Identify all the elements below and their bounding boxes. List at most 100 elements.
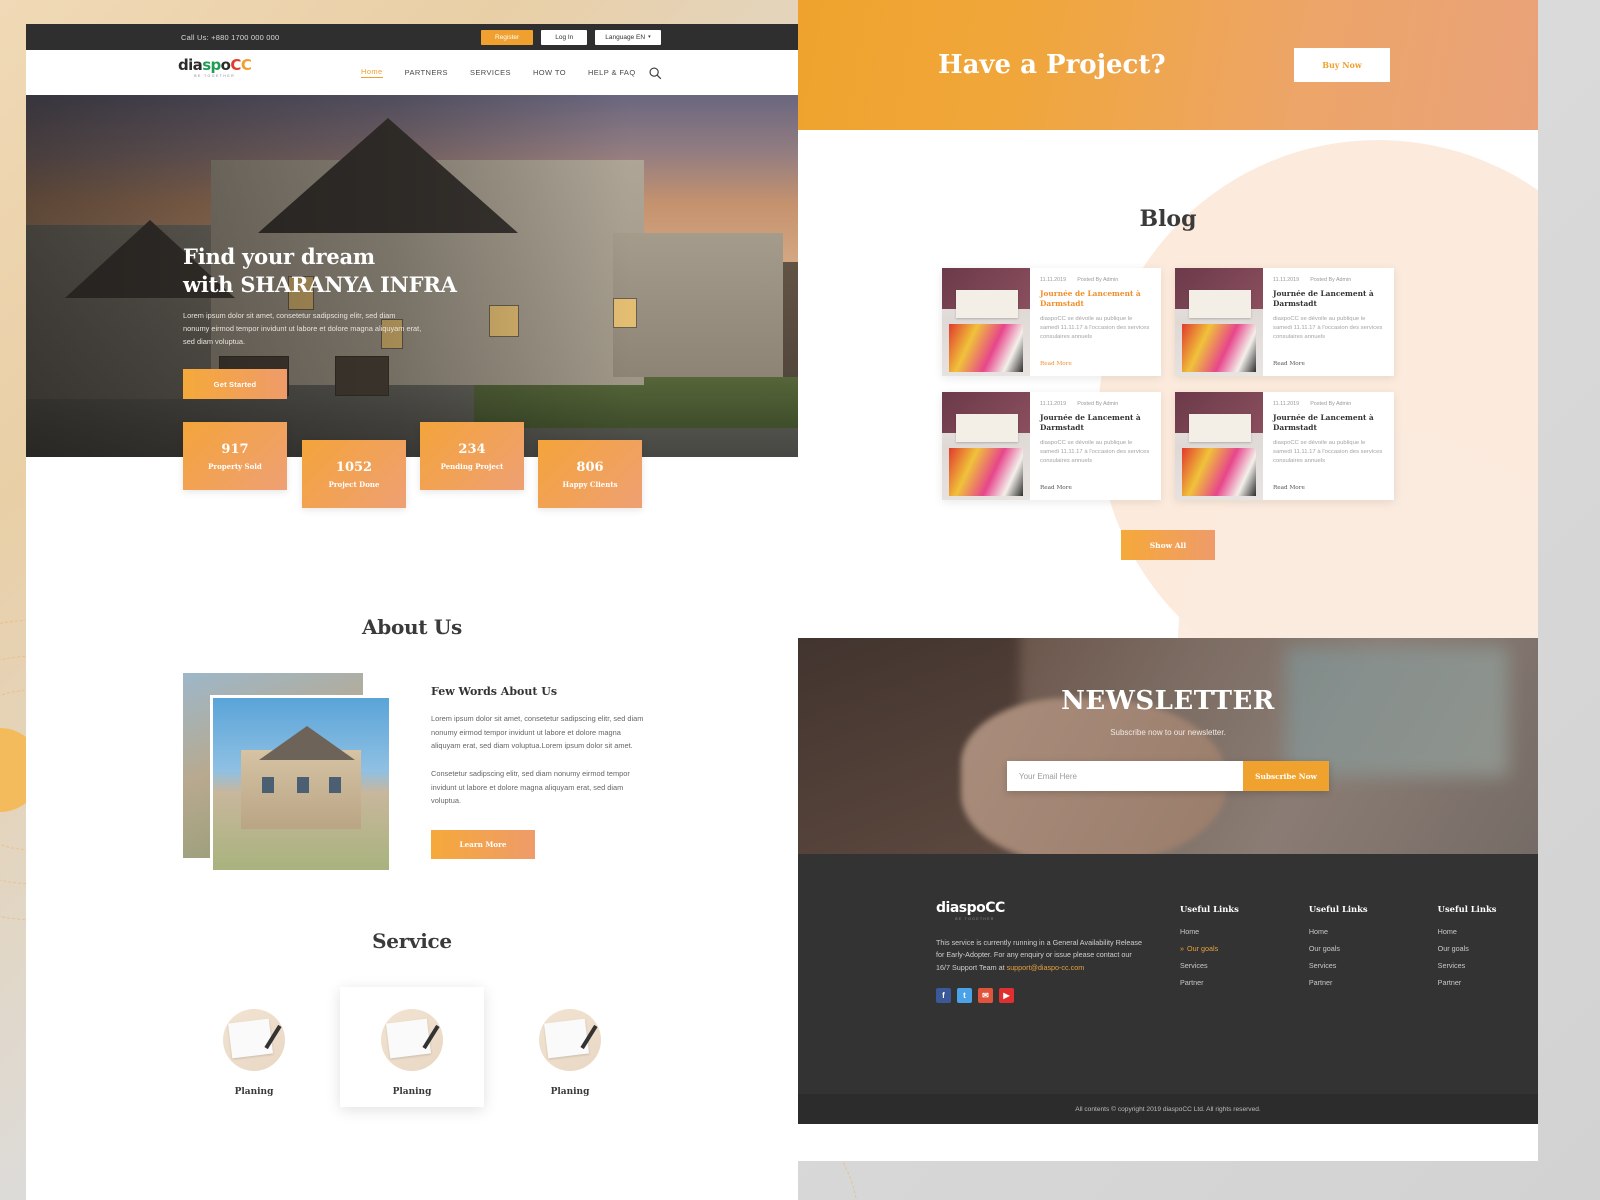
blog-card[interactable]: 11.11.2019 Posted By Admin Journée de La… [1175,392,1394,500]
email-icon[interactable]: ✉ [978,988,993,1004]
footer-link-partner[interactable]: Partner [1180,978,1239,987]
thumb-magazines [1182,448,1256,496]
learn-more-button[interactable]: Learn More [431,830,535,860]
blog-card-body: 11.11.2019 Posted By Admin Journée de La… [1263,268,1394,376]
stat-value: 234 [458,441,486,457]
service-card-1[interactable]: Planing [182,987,326,1107]
footer-logo-part4: C [985,900,996,916]
footer-description: This service is currently running in a G… [936,937,1144,974]
blog-card-meta: 11.11.2019 Posted By Admin [1040,277,1151,283]
footer-inner: diaspoCC BE TOGETHER This service is cur… [798,854,1538,1004]
footer-link-services[interactable]: Services [1180,961,1239,970]
newsletter-form: Subscribe Now [1007,761,1329,791]
footer-logo-part5: C [995,900,1005,916]
service-card-3[interactable]: Planing [498,987,642,1107]
hero-description: Lorem ipsum dolor sit amet, consetetur s… [183,311,422,347]
footer-link-our-goals[interactable]: Our goals [1180,944,1239,953]
blog-card-body: 11.11.2019 Posted By Admin Journée de La… [1030,392,1161,500]
language-selector[interactable]: Language EN ▾ [595,29,661,45]
about-paragraph-1: Lorem ipsum dolor sit amet, consetetur s… [431,714,644,751]
read-more-link[interactable]: Read More [1273,361,1305,367]
stat-label: Property Sold [208,461,262,471]
footer-link-list: Home Our goals Services Partner [1438,927,1497,987]
left-page-mock: Call Us: +880 1700 000 000 Register Log … [26,24,798,1200]
blog-card-excerpt: diaspoCC se dévoile au publique le samed… [1040,439,1150,465]
about-roof-shape [258,725,355,760]
footer-column-heading: Useful Links [1308,904,1368,914]
twitter-icon[interactable]: t [957,988,972,1004]
footer-link-home[interactable]: Home [1180,927,1239,936]
about-window-2 [297,777,310,794]
logo-part-o: o [220,56,231,74]
blog-card-title: Journée de Lancement à Darmstadt [1273,289,1374,308]
blog-card-excerpt: diaspoCC se dévoile au publique le samed… [1040,315,1150,341]
thumb-magazines [949,324,1023,372]
blog-card[interactable]: 11.11.2019 Posted By Admin Journée de La… [942,392,1161,500]
blog-date: 11.11.2019 [1040,277,1067,283]
nav-item-services[interactable]: SERVICES [470,68,511,77]
footer-link-services[interactable]: Services [1309,961,1368,970]
logo-part-sp: sp [202,56,221,74]
service-section-title: Service [372,929,452,953]
blog-card[interactable]: 11.11.2019 Posted By Admin Journée de La… [942,268,1161,376]
nav-item-partners[interactable]: PARTNERS [405,68,448,77]
blog-date: 11.11.2019 [1273,401,1300,407]
footer-link-our-goals[interactable]: Our goals [1438,944,1497,953]
blog-author: Posted By Admin [1077,277,1119,283]
footer-column-heading: Useful Links [1437,904,1497,914]
blog-card-meta: 11.11.2019 Posted By Admin [1040,401,1151,407]
newsletter-section: NEWSLETTER Subscribe now to our newslett… [798,638,1538,854]
site-logo[interactable]: diaspoCC BE TOGETHER [178,56,252,79]
nav-item-home[interactable]: Home [361,67,383,78]
nav-item-help-faq[interactable]: HELP & FAQ [588,68,636,77]
footer-logo-tagline: BE TOGETHER [955,917,995,921]
footer-link-our-goals[interactable]: Our goals [1309,944,1368,953]
get-started-button[interactable]: Get Started [183,369,287,400]
search-icon[interactable] [648,66,662,80]
show-all-button[interactable]: Show All [1121,530,1215,560]
read-more-link[interactable]: Read More [1040,485,1072,491]
thumb-magazines [1182,324,1256,372]
blog-grid: 11.11.2019 Posted By Admin Journée de La… [942,268,1394,500]
subscribe-button[interactable]: Subscribe Now [1243,761,1329,791]
read-more-link[interactable]: Read More [1040,361,1072,367]
blog-card[interactable]: 11.11.2019 Posted By Admin Journée de La… [1175,268,1394,376]
logo-part-c1: C [230,56,241,74]
cta-title: Have a Project? [938,50,1166,80]
footer-link-partner[interactable]: Partner [1438,978,1497,987]
nav-item-how-to[interactable]: HOW TO [533,68,566,77]
page-stage: Call Us: +880 1700 000 000 Register Log … [0,0,1600,1200]
buy-now-button[interactable]: Buy Now [1294,48,1390,82]
footer-link-columns: Useful Links Home Our goals Services Par… [1180,904,1496,1003]
email-input[interactable] [1007,761,1243,791]
footer-link-partner[interactable]: Partner [1309,978,1368,987]
blog-card-body: 11.11.2019 Posted By Admin Journée de La… [1030,268,1161,376]
footer-link-home[interactable]: Home [1309,927,1368,936]
thumb-book [1189,413,1251,442]
support-email-link[interactable]: support@diaspo-cc.com [1007,963,1085,972]
service-card-2[interactable]: Planing [340,987,484,1107]
blog-card-title: Journée de Lancement à Darmstadt [1040,289,1141,308]
call-us-text: Call Us: +880 1700 000 000 [181,32,280,42]
login-button[interactable]: Log In [541,29,588,45]
footer-link-services[interactable]: Services [1438,961,1497,970]
register-button[interactable]: Register [481,29,534,45]
blog-thumbnail [1175,392,1263,500]
topbar-actions: Register Log In Language EN ▾ [481,29,661,45]
blog-card-title: Journée de Lancement à Darmstadt [1040,413,1141,432]
hero-title-line1: Find your dream [183,244,375,269]
chevron-down-icon: ▾ [648,34,651,40]
facebook-icon[interactable]: f [936,988,951,1004]
nav-links: Home PARTNERS SERVICES HOW TO HELP & FAQ [361,67,636,78]
footer-column-heading: Useful Links [1180,904,1239,914]
hero-content: Find your dream with SHARANYA INFRA Lore… [183,243,483,400]
youtube-icon[interactable]: ▶ [999,988,1014,1004]
about-heading: Few Words About Us [431,685,558,698]
read-more-link[interactable]: Read More [1273,485,1305,491]
stat-label: Pending Project [440,461,504,471]
blueprint-pencil-icon [381,1009,443,1071]
footer-logo[interactable]: diaspoCC [936,900,1144,916]
blog-section-title: Blog [1139,206,1197,232]
footer-link-home[interactable]: Home [1438,927,1497,936]
stat-value: 806 [576,459,604,475]
